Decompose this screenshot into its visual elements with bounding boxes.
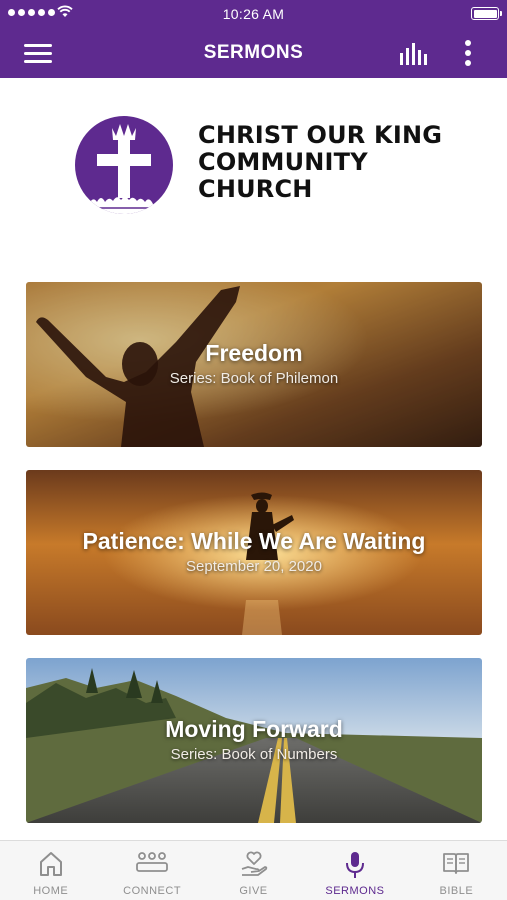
tab-label: HOME <box>33 885 69 897</box>
microphone-icon <box>338 851 372 879</box>
tab-give[interactable]: GIVE <box>203 841 304 900</box>
tab-home[interactable]: HOME <box>0 841 101 900</box>
more-vertical-icon[interactable] <box>456 38 480 68</box>
church-name: CHRIST OUR KING COMMUNITY CHURCH <box>198 122 442 203</box>
sermon-text: Patience: While We Are Waiting September… <box>26 528 482 575</box>
tab-bible[interactable]: BIBLE <box>406 841 507 900</box>
sermon-card[interactable]: Moving Forward Series: Book of Numbers <box>26 658 482 823</box>
tab-label: GIVE <box>239 885 268 897</box>
app-bar: SERMONS <box>0 28 507 78</box>
battery-icon <box>471 7 502 20</box>
sermon-subtitle: Series: Book of Numbers <box>170 746 338 763</box>
tab-label: BIBLE <box>439 885 474 897</box>
sermon-text: Moving Forward Series: Book of Numbers <box>26 716 482 763</box>
audio-bars-icon[interactable] <box>398 41 432 65</box>
church-name-line-3: CHURCH <box>198 175 313 203</box>
hamburger-menu-icon[interactable] <box>24 42 54 64</box>
tab-connect[interactable]: CONNECT <box>101 841 202 900</box>
sermon-subtitle: Series: Book of Philemon <box>169 370 339 387</box>
home-icon <box>34 851 68 879</box>
sermon-card[interactable]: Patience: While We Are Waiting September… <box>26 470 482 635</box>
bottom-tab-bar: HOME CONNECT GIVE SERMONS BIBLE <box>0 840 507 900</box>
sermon-title: Freedom <box>205 340 303 366</box>
status-bar: 10:26 AM <box>0 0 507 28</box>
crowned-cross-logo-icon <box>75 116 173 214</box>
church-header: CHRIST OUR KING COMMUNITY CHURCH <box>0 78 507 278</box>
sermon-title: Patience: While We Are Waiting <box>82 528 426 554</box>
sermon-subtitle: September 20, 2020 <box>186 558 322 575</box>
open-book-icon <box>439 851 473 879</box>
people-group-icon <box>135 851 169 879</box>
tab-label: SERMONS <box>325 885 385 897</box>
sermon-card[interactable]: Freedom Series: Book of Philemon <box>26 282 482 447</box>
tab-label: CONNECT <box>123 885 182 897</box>
sermon-text: Freedom Series: Book of Philemon <box>26 340 482 387</box>
hand-heart-icon <box>237 851 271 879</box>
battery-level <box>473 9 497 18</box>
sermon-title: Moving Forward <box>165 716 343 742</box>
tab-sermons[interactable]: SERMONS <box>304 841 405 900</box>
church-name-line-2: COMMUNITY <box>198 148 368 176</box>
status-time: 10:26 AM <box>222 6 285 22</box>
church-name-line-1: CHRIST OUR KING <box>198 121 443 149</box>
